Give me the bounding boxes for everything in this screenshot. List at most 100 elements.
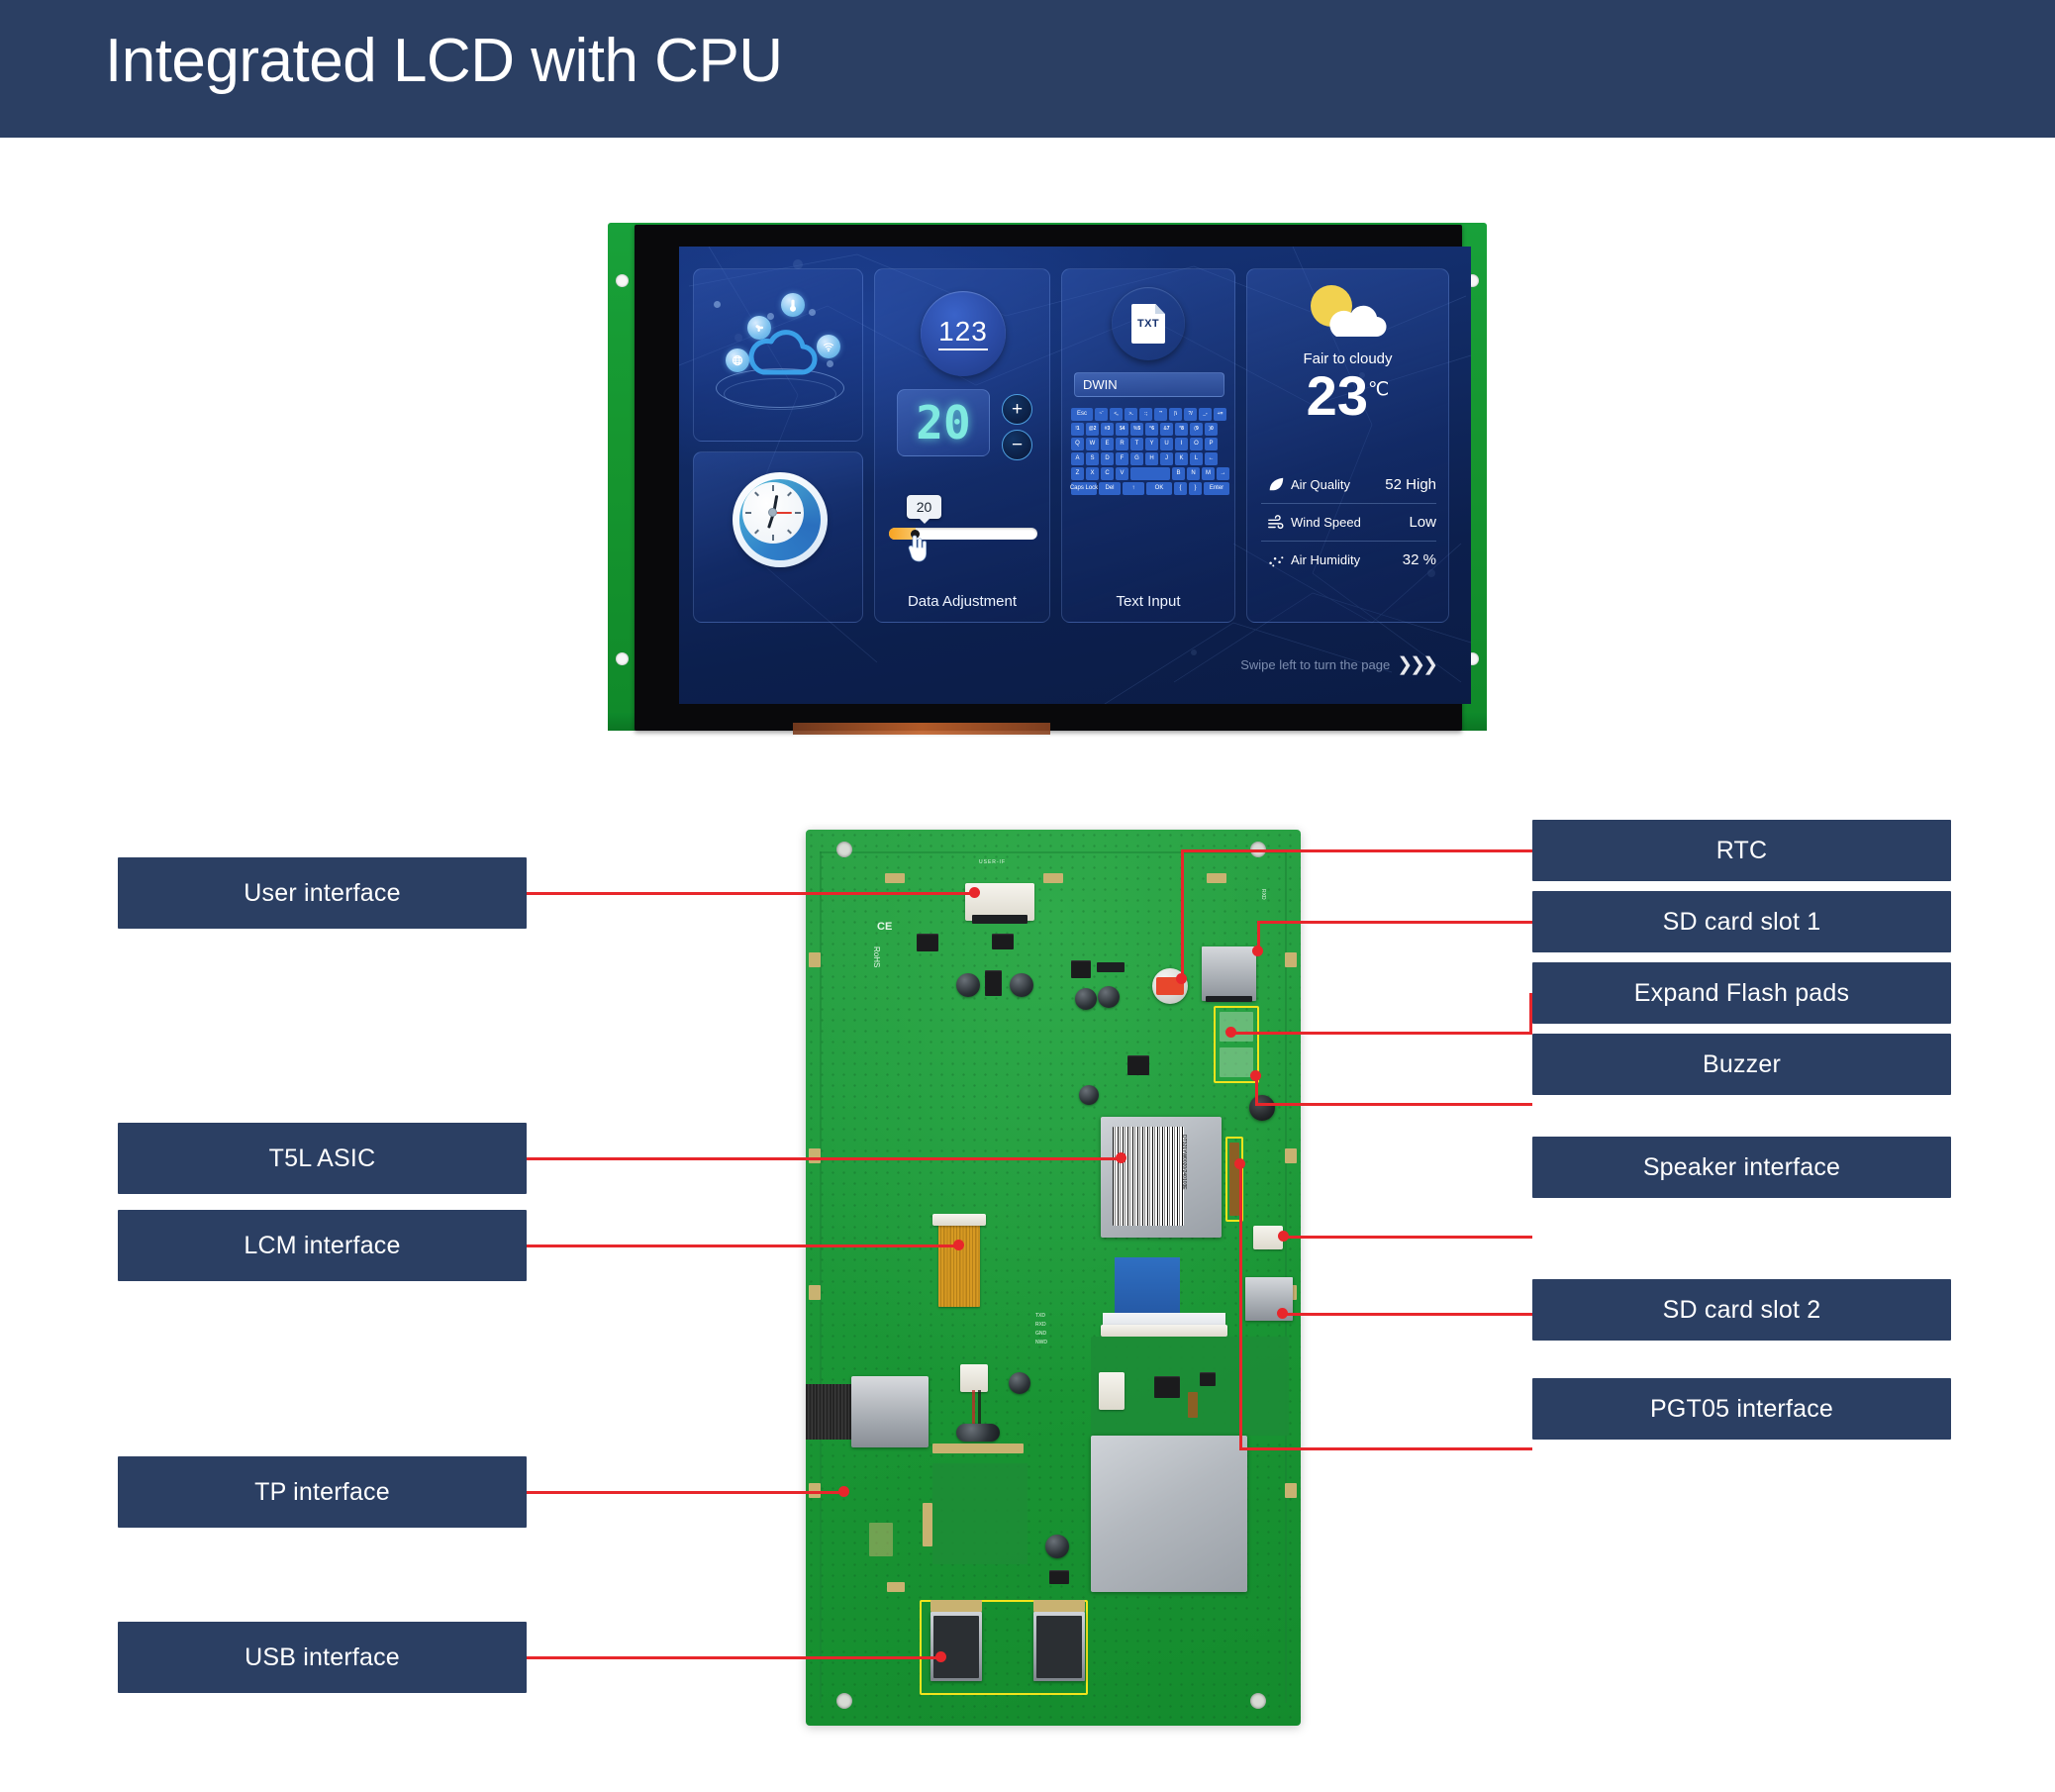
keyboard-key-m[interactable]: M [1202,467,1215,480]
keyboard-key-z[interactable]: Z [1071,467,1084,480]
temperature-value: 23 [1306,364,1368,427]
keyboard-key-;[interactable]: :; [1139,408,1152,421]
keyboard-key-del[interactable]: Del [1099,482,1121,495]
keyboard-key--[interactable]: _ - [1199,408,1212,421]
keyboard-key-q[interactable]: Q [1071,438,1084,450]
iot-cloud-panel[interactable] [693,268,863,442]
keyboard-key-/[interactable]: ? / [1184,408,1197,421]
data-adjustment-panel[interactable]: 123 20 + − 20 Data Adjustment [874,268,1050,623]
tp-ffc-cable [806,1384,855,1440]
keyboard-key-\[interactable]: | \ [1169,408,1182,421]
keyboard-key-b[interactable]: B [1172,467,1185,480]
swipe-hint: Swipe left to turn the page ❯❯❯ [1240,653,1438,676]
numeric-badge-label: 123 [938,317,988,350]
keyboard-key-k[interactable]: K [1175,452,1188,465]
ffc-tail [793,723,1050,735]
callout-tp-interface[interactable]: TP interface [118,1456,527,1528]
callout-label: Expand Flash pads [1633,978,1850,1007]
lcd-screen: 123 20 + − 20 Data Adjustment TXT DWIN E… [679,247,1471,704]
callout-usb-interface[interactable]: USB interface [118,1622,527,1693]
keyboard-key-s[interactable]: S [1086,452,1099,465]
keyboard-key-v[interactable]: V [1116,467,1128,480]
keyboard-key-c[interactable]: C [1101,467,1114,480]
leader-endpoint [969,887,980,898]
keyboard-key-{[interactable]: { [1174,482,1187,495]
keyboard-key-space[interactable] [1130,467,1170,480]
keyboard-key-8[interactable]: * 8 [1175,423,1188,436]
keyboard-key-a[interactable]: A [1071,452,1084,465]
keyboard-key-.[interactable]: >. [1125,408,1137,421]
callout-speaker-interface[interactable]: Speaker interface [1532,1137,1951,1198]
keyboard-key-↑[interactable]: ↑ [1123,482,1144,495]
keyboard-key-o[interactable]: O [1190,438,1203,450]
keyboard-key-g[interactable]: G [1130,452,1143,465]
keyboard-key-`[interactable]: ~ ` [1095,408,1108,421]
keyboard-key-r[interactable]: R [1116,438,1128,450]
keyboard-key-y[interactable]: Y [1145,438,1158,450]
callout-label: Speaker interface [1642,1152,1841,1181]
weather-metric-value: Low [1409,514,1436,531]
keyboard-key-x[interactable]: X [1086,467,1099,480]
callout-sd-card-slot-1[interactable]: SD card slot 1 [1532,891,1951,952]
keyboard-key-u[interactable]: U [1160,438,1173,450]
keyboard-key-w[interactable]: W [1086,438,1099,450]
callout-user-interface[interactable]: User interface [118,857,527,929]
clock-panel[interactable] [693,451,863,623]
keyboard-key-←[interactable]: ← [1205,452,1218,465]
pcb-board-photo: CE RoHS USER-IF RXD DT321YW0020/240103E … [806,830,1301,1726]
keyboard-key-d[interactable]: D [1101,452,1114,465]
keyboard-key-enter[interactable]: Enter [1204,482,1229,495]
leader-line-vertical [1181,849,1184,978]
keyboard-key-n[interactable]: N [1187,467,1200,480]
keyboard-key-,[interactable]: <, [1110,408,1123,421]
text-input-field[interactable]: DWIN [1074,372,1224,397]
keyboard-key-}[interactable]: } [1189,482,1202,495]
keyboard-key-j[interactable]: J [1160,452,1173,465]
keyboard-key-f[interactable]: F [1116,452,1128,465]
keyboard-key-→[interactable]: → [1217,467,1229,480]
callout-t5l-asic[interactable]: T5L ASIC [118,1123,527,1194]
keyboard-key-3[interactable]: #3 [1101,423,1114,436]
numeric-badge[interactable]: 123 [921,291,1006,376]
leader-line [1257,921,1532,924]
callout-label: PGT05 interface [1649,1394,1834,1423]
lcm-connector [932,1214,986,1226]
text-input-panel[interactable]: TXT DWIN Esc ~ ` <, >.:; " ' | \? / _ - + =! 1 @2 #3 $4% 5… [1061,268,1235,623]
leader-line [527,1244,958,1247]
keyboard-key-5[interactable]: % 5 [1130,423,1143,436]
keyboard-key-9[interactable]: (9 [1190,423,1203,436]
keyboard-key-h[interactable]: H [1145,452,1158,465]
callout-expand-flash-pads[interactable]: Expand Flash pads [1532,962,1951,1024]
increment-button[interactable]: + [1002,394,1032,425]
keyboard-key-'[interactable]: " ' [1154,408,1167,421]
keyboard-key-i[interactable]: I [1175,438,1188,450]
callout-pgt05-interface[interactable]: PGT05 interface [1532,1378,1951,1440]
keyboard-key-4[interactable]: $4 [1116,423,1128,436]
keyboard-key-p[interactable]: P [1205,438,1218,450]
txt-file-badge[interactable]: TXT [1112,287,1185,360]
page-title: Integrated LCD with CPU [105,27,783,95]
on-screen-keyboard[interactable]: Esc ~ ` <, >.:; " ' | \? / _ - + = ! 1 @2 #3 $4% 5 ^ 6 & 7 * 8(9)… [1070,408,1229,497]
callout-rtc[interactable]: RTC [1532,820,1951,881]
callout-sd-card-slot-2[interactable]: SD card slot 2 [1532,1279,1951,1341]
callout-buzzer[interactable]: Buzzer [1532,1034,1951,1095]
keyboard-key-l[interactable]: L [1190,452,1203,465]
keyboard-key-6[interactable]: ^ 6 [1145,423,1158,436]
leader-line [527,892,974,895]
buzzer-component [1249,1095,1275,1121]
keyboard-key-0[interactable]: ) 0 [1205,423,1218,436]
keyboard-row: Esc ~ ` <, >.:; " ' | \? / _ - + = [1071,408,1227,421]
keyboard-key-esc[interactable]: Esc [1071,408,1093,421]
keyboard-key-1[interactable]: ! 1 [1071,423,1084,436]
callout-lcm-interface[interactable]: LCM interface [118,1210,527,1281]
keyboard-key-2[interactable]: @2 [1086,423,1099,436]
keyboard-key-caps-lock[interactable]: Caps Lock [1070,482,1098,495]
leader-endpoint [1225,1027,1236,1038]
keyboard-key-e[interactable]: E [1101,438,1114,450]
keyboard-key-=[interactable]: + = [1214,408,1226,421]
keyboard-key-ok[interactable]: OK [1146,482,1172,495]
keyboard-key-t[interactable]: T [1130,438,1143,450]
keyboard-key-7[interactable]: & 7 [1160,423,1173,436]
decrement-button[interactable]: − [1002,430,1032,460]
weather-panel[interactable]: Fair to cloudy 23℃ Air Quality 52 High Win… [1246,268,1449,623]
